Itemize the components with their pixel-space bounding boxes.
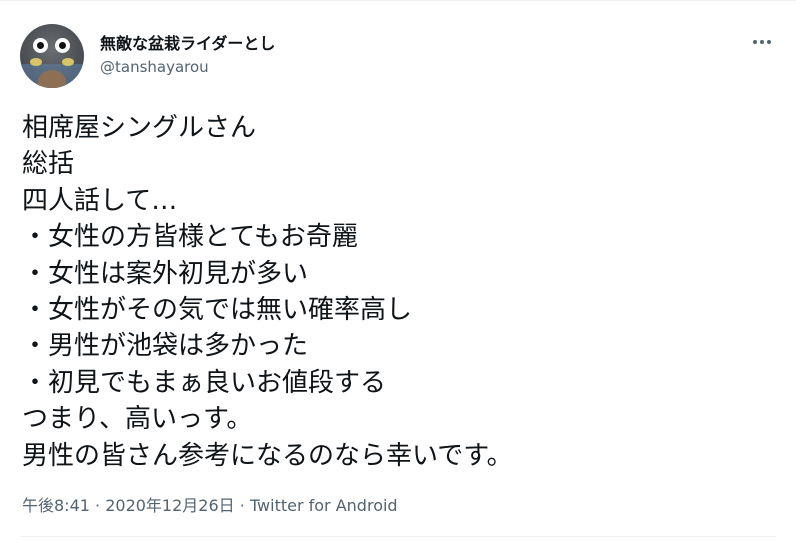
avatar-body (38, 70, 66, 88)
avatar-left-eye (33, 38, 48, 53)
tweet-line: つまり、高いっす。 (22, 404, 253, 435)
tweet-line: ・女性の方皆様とてもお奇麗 (22, 222, 358, 253)
meta-separator: · (89, 496, 106, 515)
tweet-timestamp-date[interactable]: 2020年12月26日 (105, 496, 234, 515)
tweet-text: 相席屋シングルさん 総括 四人話して… ・女性の方皆様とてもお奇麗 ・女性は案外… (22, 110, 762, 474)
tweet-line: ・男性が池袋は多かった (22, 331, 309, 362)
tweet-line: 四人話して… (22, 185, 178, 216)
bottom-divider (20, 536, 776, 537)
avatar-left-cheek (30, 58, 42, 66)
more-options-button[interactable] (748, 28, 776, 56)
top-divider (0, 0, 796, 1)
more-horizontal-icon-dot (767, 40, 771, 44)
author-display-name[interactable]: 無敵な盆栽ライダーとし (100, 30, 275, 54)
tweet-source-link[interactable]: Twitter for Android (250, 496, 398, 515)
tweet-line: ・女性は案外初見が多い (22, 258, 309, 289)
more-horizontal-icon-dot (760, 40, 764, 44)
author-handle[interactable]: @tanshayarou (100, 58, 209, 76)
avatar[interactable] (20, 24, 84, 88)
avatar-right-cheek (62, 58, 74, 66)
tweet-line: 総括 (22, 149, 75, 180)
tweet-line: 男性の皆さん参考になるのなら幸いです。 (22, 440, 513, 471)
tweet-line: ・初見でもまぁ良いお値段する (22, 367, 387, 398)
tweet-line: 相席屋シングルさん (22, 113, 257, 143)
tweet-timestamp-time[interactable]: 午後8:41 (22, 496, 90, 515)
more-horizontal-icon (753, 40, 757, 44)
tweet-metadata: 午後8:41 · 2020年12月26日 · Twitter for Andro… (22, 492, 398, 516)
tweet-line: ・女性がその気では無い確率高し (22, 295, 413, 326)
meta-separator: · (234, 496, 250, 515)
avatar-right-eye (55, 38, 70, 53)
